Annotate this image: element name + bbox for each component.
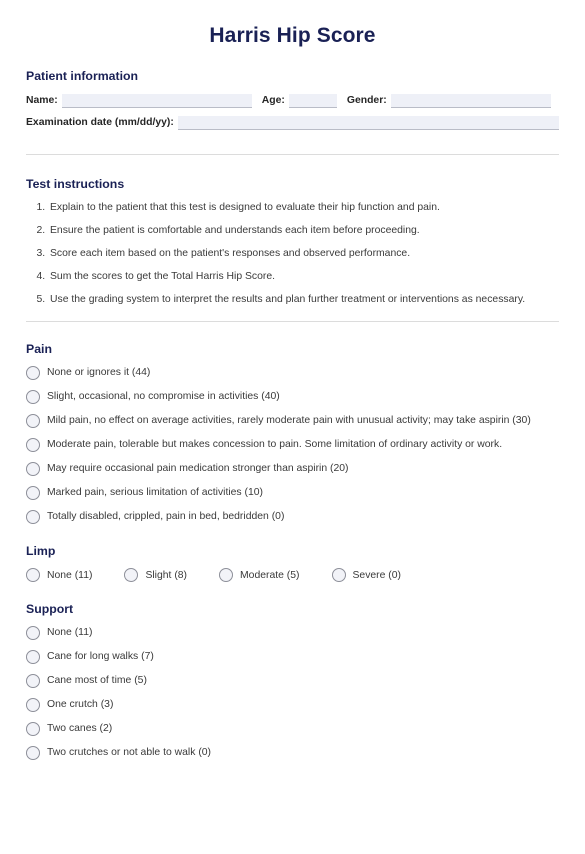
radio-icon[interactable] (26, 510, 40, 524)
radio-icon[interactable] (124, 568, 139, 582)
instructions-list: Explain to the patient that this test is… (26, 201, 559, 307)
option-label: Cane for long walks (7) (47, 651, 154, 663)
patient-information-section: Patient information Name: Age: Gender: E… (26, 69, 559, 130)
option-label: Mild pain, no effect on average activiti… (47, 415, 531, 427)
support-option-list: None (11) Cane for long walks (7) Cane m… (26, 626, 559, 760)
patient-identity-row: Name: Age: Gender: (26, 93, 559, 108)
pain-option[interactable]: May require occasional pain medication s… (26, 462, 559, 476)
pain-option[interactable]: None or ignores it (44) (26, 366, 559, 380)
document-page: Harris Hip Score Patient information Nam… (0, 24, 585, 760)
pain-option[interactable]: Marked pain, serious limitation of activ… (26, 486, 559, 500)
pain-option[interactable]: Slight, occasional, no compromise in act… (26, 390, 559, 404)
instruction-item: Explain to the patient that this test is… (48, 201, 559, 215)
gender-label: Gender: (346, 95, 387, 106)
age-label: Age: (261, 95, 285, 106)
radio-icon[interactable] (26, 486, 40, 500)
instruction-item: Score each item based on the patient's r… (48, 247, 559, 261)
support-option[interactable]: Cane most of time (5) (26, 674, 559, 688)
support-option[interactable]: None (11) (26, 626, 559, 640)
pain-option-list: None or ignores it (44) Slight, occasion… (26, 366, 559, 524)
pain-option[interactable]: Moderate pain, tolerable but makes conce… (26, 438, 559, 452)
section-divider (26, 154, 559, 155)
section-support: Support None (11) Cane for long walks (7… (26, 602, 559, 760)
option-label: None (11) (47, 627, 93, 639)
option-label: Two crutches or not able to walk (0) (47, 747, 212, 759)
test-instructions-heading: Test instructions (26, 177, 125, 191)
radio-icon[interactable] (26, 414, 40, 428)
radio-icon[interactable] (219, 568, 234, 582)
limp-option-list: None (11) Slight (8) Moderate (5) Severe… (26, 568, 559, 582)
option-label: None or ignores it (44) (47, 367, 151, 379)
pain-option[interactable]: Mild pain, no effect on average activiti… (26, 414, 559, 428)
limp-option[interactable]: Severe (0) (331, 568, 402, 582)
radio-icon[interactable] (26, 626, 40, 640)
support-option[interactable]: Two crutches or not able to walk (0) (26, 746, 559, 760)
examination-date-input[interactable] (177, 116, 559, 130)
age-input[interactable] (288, 94, 337, 108)
limp-option[interactable]: Slight (8) (124, 568, 187, 582)
section-pain-heading: Pain (26, 342, 52, 356)
patient-information-heading: Patient information (26, 69, 139, 83)
support-option[interactable]: Cane for long walks (7) (26, 650, 559, 664)
test-instructions-section: Test instructions Explain to the patient… (26, 177, 559, 307)
gender-input[interactable] (390, 94, 551, 108)
radio-icon[interactable] (26, 390, 40, 404)
name-input[interactable] (61, 94, 252, 108)
divider-container (26, 137, 559, 155)
radio-icon[interactable] (26, 650, 40, 664)
radio-icon[interactable] (26, 568, 40, 582)
examination-date-row: Examination date (mm/dd/yy): (26, 115, 559, 130)
option-label: Slight, occasional, no compromise in act… (47, 391, 280, 403)
option-label: Totally disabled, crippled, pain in bed,… (47, 511, 285, 523)
radio-icon[interactable] (331, 568, 346, 582)
option-label: None (11) (47, 570, 93, 581)
section-limp: Limp None (11) Slight (8) Moderate (5) S… (26, 544, 559, 582)
option-label: Marked pain, serious limitation of activ… (47, 487, 263, 499)
radio-icon[interactable] (26, 698, 40, 712)
support-option[interactable]: One crutch (3) (26, 698, 559, 712)
pain-option[interactable]: Totally disabled, crippled, pain in bed,… (26, 510, 559, 524)
instruction-item: Sum the scores to get the Total Harris H… (48, 270, 559, 284)
examination-date-label: Examination date (mm/dd/yy): (26, 117, 174, 128)
instruction-item: Use the grading system to interpret the … (48, 293, 559, 307)
option-label: Cane most of time (5) (47, 675, 147, 687)
page-title: Harris Hip Score (209, 24, 376, 47)
section-pain: Pain None or ignores it (44) Slight, occ… (26, 342, 559, 524)
option-label: Moderate (5) (240, 570, 300, 581)
support-option[interactable]: Two canes (2) (26, 722, 559, 736)
section-divider (26, 321, 559, 322)
option-label: One crutch (3) (47, 699, 114, 711)
radio-icon[interactable] (26, 722, 40, 736)
option-label: Two canes (2) (47, 723, 113, 735)
limp-option[interactable]: Moderate (5) (219, 568, 300, 582)
section-limp-heading: Limp (26, 544, 56, 558)
option-label: Severe (0) (352, 570, 402, 581)
option-label: May require occasional pain medication s… (47, 463, 349, 475)
radio-icon[interactable] (26, 438, 40, 452)
divider-container (26, 307, 559, 322)
limp-option[interactable]: None (11) (26, 568, 92, 582)
radio-icon[interactable] (26, 366, 40, 380)
name-label: Name: (26, 95, 58, 106)
radio-icon[interactable] (26, 674, 40, 688)
radio-icon[interactable] (26, 746, 40, 760)
option-label: Slight (8) (145, 570, 188, 581)
option-label: Moderate pain, tolerable but makes conce… (47, 439, 503, 451)
radio-icon[interactable] (26, 462, 40, 476)
instruction-item: Ensure the patient is comfortable and un… (48, 224, 559, 238)
section-support-heading: Support (26, 602, 74, 616)
